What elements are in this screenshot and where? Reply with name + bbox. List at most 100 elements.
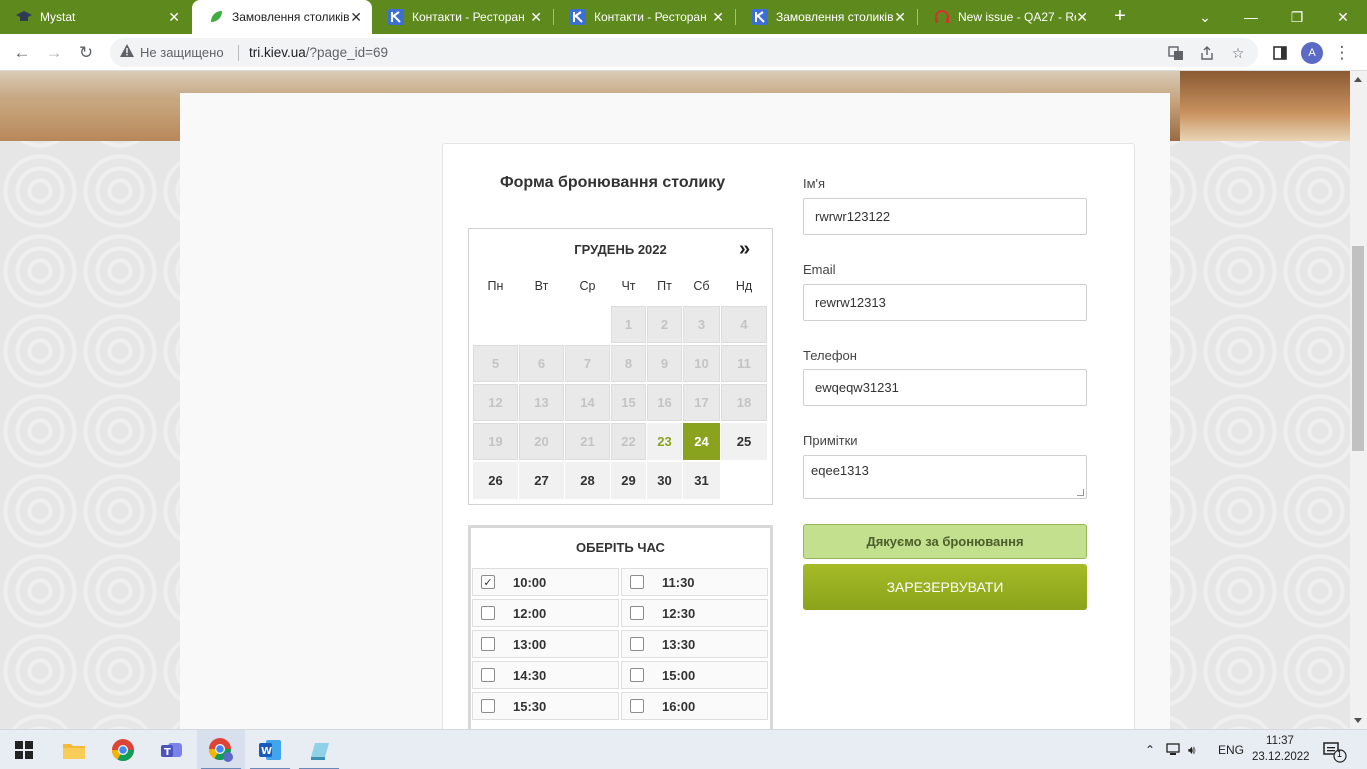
time-slot[interactable]: 13:30 xyxy=(621,630,768,658)
checkbox-icon[interactable] xyxy=(630,668,644,682)
calendar-weekday: Нд xyxy=(735,279,753,293)
restore-icon[interactable]: ❐ xyxy=(1274,0,1320,34)
time-slot-label: 14:30 xyxy=(513,667,547,683)
notification-center-icon[interactable]: 1 xyxy=(1320,738,1350,764)
profile-avatar[interactable]: A xyxy=(1301,42,1323,64)
side-panel-icon[interactable] xyxy=(1267,40,1293,66)
chrome-profile-icon[interactable] xyxy=(197,730,245,769)
tab-contacts-2[interactable]: Контакти - Ресторан ✕ xyxy=(554,0,734,34)
tab-reservation-2[interactable]: Замовлення столиків ✕ xyxy=(736,0,916,34)
checkbox-icon[interactable] xyxy=(630,699,644,713)
time-slot[interactable]: 11:30 xyxy=(621,568,768,596)
notes-textarea[interactable]: eqee1313 xyxy=(803,455,1087,499)
checkbox-icon[interactable] xyxy=(481,637,495,651)
scroll-up-arrow-icon[interactable] xyxy=(1354,77,1362,82)
network-icon[interactable] xyxy=(1166,742,1186,759)
tab-close-icon[interactable]: ✕ xyxy=(894,9,906,25)
checkbox-icon[interactable] xyxy=(630,606,644,620)
reload-icon[interactable]: ↻ xyxy=(73,40,99,66)
time-slot[interactable]: 12:30 xyxy=(621,599,768,627)
calendar-day: 1 xyxy=(611,306,646,343)
calendar-day[interactable]: 27 xyxy=(519,462,564,499)
teams-icon[interactable]: T xyxy=(148,730,196,769)
scrollbar-thumb[interactable] xyxy=(1352,246,1364,451)
reserve-button[interactable]: ЗАРЕЗЕРВУВАТИ xyxy=(803,564,1087,610)
resize-grip-icon[interactable] xyxy=(1077,489,1084,496)
time-slot[interactable]: 15:00 xyxy=(621,661,768,689)
tab-reservation-active[interactable]: Замовлення столиків ✕ xyxy=(192,0,372,34)
tab-close-icon[interactable]: ✕ xyxy=(168,9,180,25)
share-icon[interactable] xyxy=(1197,43,1217,63)
checkbox-icon[interactable] xyxy=(481,668,495,682)
time-slot[interactable]: 13:00 xyxy=(472,630,619,658)
windows-start-icon[interactable] xyxy=(0,730,48,769)
url-text[interactable]: tri.kiev.ua/?page_id=69 xyxy=(249,45,388,60)
tab-search-chevron-icon[interactable]: ⌄ xyxy=(1182,0,1228,34)
translate-icon[interactable] xyxy=(1166,43,1186,63)
close-window-icon[interactable]: ✕ xyxy=(1320,0,1366,34)
volume-icon[interactable]: 🔊︎ xyxy=(1188,743,1212,758)
warning-triangle-icon xyxy=(120,44,134,60)
scroll-down-arrow-icon[interactable] xyxy=(1354,718,1362,723)
time-slot[interactable]: 16:00 xyxy=(621,692,768,720)
word-icon[interactable]: W xyxy=(246,730,294,769)
forward-arrow-icon[interactable]: → xyxy=(41,40,67,66)
chevron-up-icon[interactable]: ⌃ xyxy=(1140,743,1160,757)
time-slot[interactable]: 14:30 xyxy=(472,661,619,689)
leaf-icon xyxy=(208,9,224,25)
calendar-day[interactable]: 26 xyxy=(473,462,518,499)
security-indicator[interactable]: Не защищено xyxy=(120,44,224,60)
tab-mystat[interactable]: Mystat ✕ xyxy=(0,0,190,34)
clock-date: 23.12.2022 xyxy=(1252,751,1310,763)
minimize-icon[interactable]: — xyxy=(1228,0,1274,34)
address-bar[interactable]: Не защищено tri.kiev.ua/?page_id=69 ☆ xyxy=(110,38,1258,67)
checkbox-icon[interactable] xyxy=(481,699,495,713)
time-slot[interactable]: ✓ 10:00 xyxy=(472,568,619,596)
time-slot-label: 15:00 xyxy=(662,667,696,683)
phone-field[interactable]: ewqeqw31231 xyxy=(803,369,1087,406)
tab-contacts-1[interactable]: Контакти - Ресторан ✕ xyxy=(372,0,552,34)
calendar-day[interactable]: 30 xyxy=(647,462,682,499)
system-clock[interactable]: 11:37 23.12.2022 xyxy=(1252,733,1310,765)
time-slot-label: 15:30 xyxy=(513,698,547,714)
back-arrow-icon[interactable]: ← xyxy=(9,40,35,66)
name-field[interactable]: rwrwr123122 xyxy=(803,198,1087,235)
calendar-day[interactable]: 23 xyxy=(647,423,682,460)
checkbox-checked-icon[interactable]: ✓ xyxy=(481,575,495,589)
checkbox-icon[interactable] xyxy=(630,575,644,589)
kebab-menu-icon[interactable]: ⋮ xyxy=(1329,40,1355,66)
language-indicator[interactable]: ENG xyxy=(1218,743,1244,757)
calendar-day[interactable]: 29 xyxy=(611,462,646,499)
time-picker-title: ОБЕРІТЬ ЧАС xyxy=(576,540,665,555)
calendar-day: 16 xyxy=(647,384,682,421)
checkbox-icon[interactable] xyxy=(481,606,495,620)
bookmark-star-icon[interactable]: ☆ xyxy=(1228,43,1248,63)
calendar-day[interactable]: 24 xyxy=(683,423,720,460)
calendar-day: 7 xyxy=(565,345,610,382)
checkbox-icon[interactable] xyxy=(630,637,644,651)
calendar-day: 8 xyxy=(611,345,646,382)
tab-close-icon[interactable]: ✕ xyxy=(1076,9,1088,25)
browser-toolbar: ← → ↻ Не защищено tri.kiev.ua/?page_id=6… xyxy=(0,34,1367,71)
time-slot[interactable]: 12:00 xyxy=(472,599,619,627)
chrome-icon[interactable] xyxy=(99,730,147,769)
calendar-day: 2 xyxy=(647,306,682,343)
svg-text:T: T xyxy=(164,747,171,758)
time-slot[interactable]: 15:30 xyxy=(472,692,619,720)
svg-text:W: W xyxy=(261,746,272,757)
calendar-day[interactable]: 31 xyxy=(683,462,720,499)
tab-close-icon[interactable]: ✕ xyxy=(350,9,362,25)
calendar-next-button[interactable]: » xyxy=(739,238,750,261)
email-field[interactable]: rewrw12313 xyxy=(803,284,1087,321)
notification-count: 1 xyxy=(1337,749,1343,759)
calendar-day[interactable]: 25 xyxy=(721,423,767,460)
time-slot-label: 12:30 xyxy=(662,605,696,621)
notepad-icon[interactable] xyxy=(295,730,343,769)
file-explorer-icon[interactable] xyxy=(50,730,98,769)
tab-close-icon[interactable]: ✕ xyxy=(530,9,542,25)
calendar-day[interactable]: 28 xyxy=(565,462,610,499)
new-tab-button[interactable]: + xyxy=(1110,6,1130,26)
tab-close-icon[interactable]: ✕ xyxy=(712,9,724,25)
tab-new-issue[interactable]: New issue - QA27 - Re ✕ xyxy=(918,0,1098,34)
page-scrollbar[interactable] xyxy=(1350,71,1367,729)
